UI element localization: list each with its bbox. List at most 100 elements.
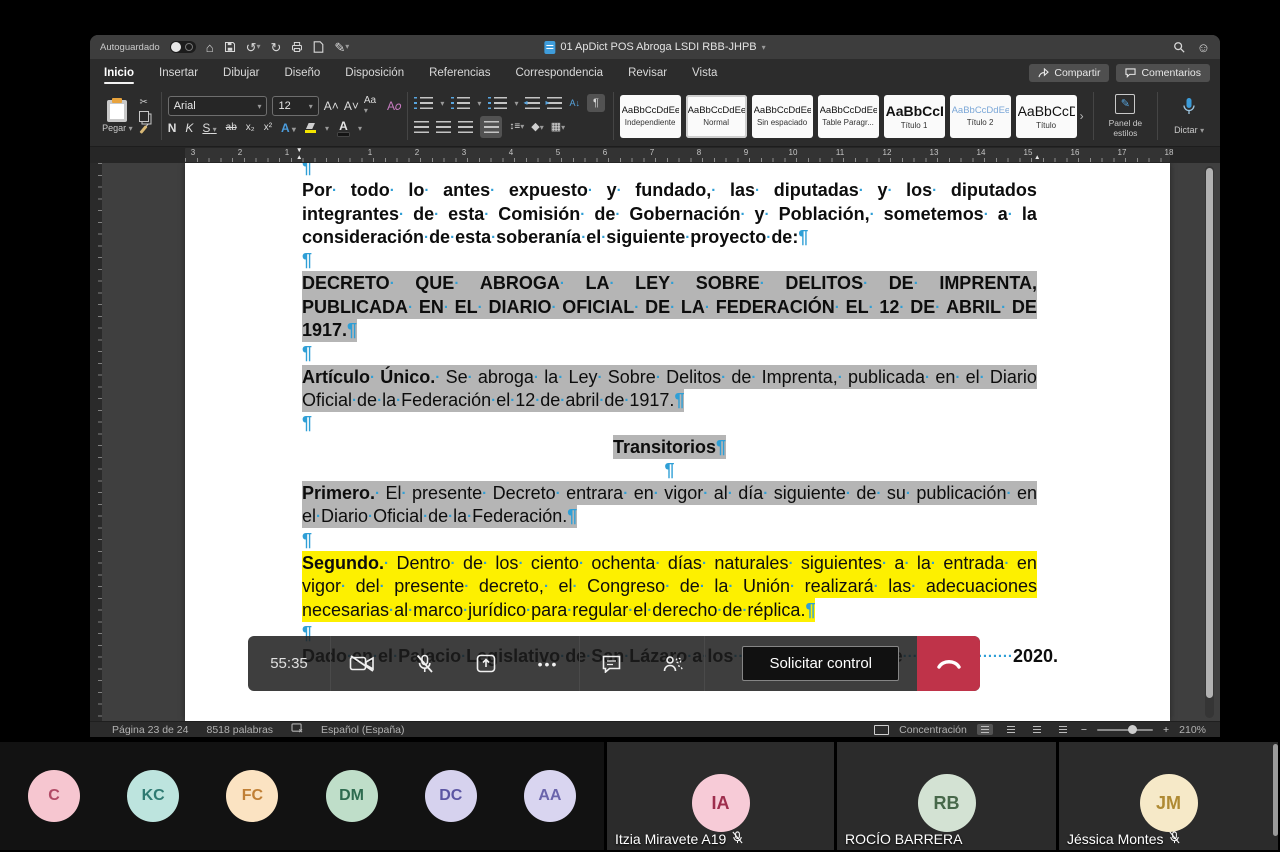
cut-icon[interactable]: ✂ <box>139 98 147 108</box>
save-icon[interactable] <box>224 41 236 53</box>
chat-button[interactable] <box>580 636 642 691</box>
tab-referencias[interactable]: Referencias <box>429 59 490 86</box>
increase-indent-button[interactable] <box>547 97 562 109</box>
focus-mode-button[interactable]: Concentración <box>899 724 967 736</box>
tab-diseño[interactable]: Diseño <box>284 59 320 86</box>
document-line[interactable]: ¶ <box>302 412 1037 435</box>
format-painter-icon[interactable] <box>140 125 148 134</box>
paste-button[interactable]: Pegar ▾ <box>102 100 133 133</box>
align-right-button[interactable] <box>458 121 473 133</box>
tab-vista[interactable]: Vista <box>692 59 717 86</box>
mic-off-button[interactable] <box>393 636 455 691</box>
document-line[interactable]: ¶ <box>302 342 1037 365</box>
tab-dibujar[interactable]: Dibujar <box>223 59 259 86</box>
decrease-indent-button[interactable] <box>525 97 540 109</box>
document-line[interactable]: Por todo lo antes expuesto y fundado, la… <box>302 179 1037 202</box>
print-layout-view-button[interactable] <box>977 724 993 735</box>
strip-scrollbar[interactable] <box>1273 744 1278 836</box>
document-title[interactable]: 01 ApDict POS Abroga LSDI RBB-JHPB <box>560 41 756 53</box>
multilevel-list-button[interactable] <box>488 97 507 109</box>
document-line[interactable]: DECRETO QUE ABROGA LA LEY SOBRE DELITOS … <box>302 272 1037 295</box>
participant-avatar-c[interactable]: C <box>28 770 80 822</box>
document-line[interactable]: integrantes de esta Comisión de Gobernac… <box>302 203 1037 226</box>
document-line[interactable]: Transitorios¶ <box>302 436 1037 459</box>
style-card-t-tulo-1[interactable]: AaBbCcDdEeTítulo 1 <box>884 95 945 138</box>
sort-button[interactable]: A↓ <box>569 99 580 108</box>
redo-icon[interactable]: ↻ <box>270 41 281 54</box>
numbering-button[interactable] <box>451 97 470 109</box>
style-card-normal[interactable]: AaBbCcDdEeNormal <box>686 95 747 138</box>
share-button[interactable]: Compartir <box>1029 64 1109 82</box>
document-line[interactable]: ¶ <box>302 459 1037 482</box>
style-card-t-tulo-2[interactable]: AaBbCcDdEeTítulo 2 <box>950 95 1011 138</box>
shrink-font-button[interactable]: A˅ <box>344 100 359 112</box>
web-layout-view-button[interactable] <box>1003 724 1019 735</box>
line-spacing-button[interactable]: ↕≡▾ <box>509 122 524 132</box>
bold-button[interactable]: N <box>168 122 177 134</box>
participant-avatar-fc[interactable]: FC <box>226 770 278 822</box>
vertical-ruler[interactable] <box>90 163 102 721</box>
font-name-select[interactable]: Arial▾ <box>168 96 268 116</box>
camera-off-button[interactable] <box>331 636 393 691</box>
document-line[interactable]: Oficial de la Federación el 12 de abril … <box>302 389 1037 412</box>
show-formatting-marks-button[interactable]: ¶ <box>587 94 605 112</box>
document-line[interactable]: el Diario Oficial de la Federación.¶ <box>302 505 1037 528</box>
document-line[interactable]: vigor del presente decreto, el Congreso … <box>302 575 1037 598</box>
document-line[interactable]: Segundo. Dentro de los ciento ochenta dí… <box>302 552 1037 575</box>
document-line[interactable]: ¶ <box>302 163 1037 179</box>
shading-button[interactable]: ◆▾ <box>531 122 543 133</box>
horizontal-ruler[interactable]: 321123456789101112131415161718▼▲▲ <box>185 148 1170 162</box>
smiley-icon[interactable]: ☺ <box>1197 41 1210 54</box>
style-card-t-tulo[interactable]: AaBbCcDdEeTítulo <box>1016 95 1077 138</box>
style-card-sin-espaciado[interactable]: AaBbCcDdEeSin espaciado <box>752 95 813 138</box>
document-line[interactable]: 1917.¶ <box>302 319 1037 342</box>
document-line[interactable]: Artículo Único. Se abroga la Ley Sobre D… <box>302 366 1037 389</box>
word-count[interactable]: 8518 palabras <box>206 724 273 736</box>
more-options-button[interactable]: ••• <box>517 636 579 691</box>
hang-up-button[interactable] <box>917 636 980 691</box>
participants-button[interactable] <box>642 636 704 691</box>
scrollbar-thumb[interactable] <box>1206 168 1213 698</box>
superscript-button[interactable]: x² <box>264 123 272 133</box>
home-icon[interactable]: ⌂ <box>206 41 214 54</box>
bullets-button[interactable] <box>414 97 433 109</box>
indent-marker-right[interactable]: ▲ <box>1034 155 1040 162</box>
proofing-icon[interactable] <box>291 723 303 736</box>
outline-view-button[interactable] <box>1029 724 1045 735</box>
document-line[interactable]: consideración de esta soberanía el sigui… <box>302 226 1037 249</box>
strikethrough-button[interactable]: ab <box>226 123 237 133</box>
tab-disposición[interactable]: Disposición <box>345 59 404 86</box>
indent-marker-hanging[interactable]: ▲ <box>296 155 302 162</box>
participant-avatar-kc[interactable]: KC <box>127 770 179 822</box>
draft-view-button[interactable] <box>1055 724 1071 735</box>
align-left-button[interactable] <box>414 121 429 133</box>
subscript-button[interactable]: x₂ <box>246 123 255 133</box>
zoom-slider-knob[interactable] <box>1128 725 1137 734</box>
participant-tile-rb[interactable]: RBROCÍO BARRERA <box>837 742 1056 850</box>
clear-formatting-button[interactable]: A𝑜 <box>387 100 401 112</box>
page-indicator[interactable]: Página 23 de 24 <box>112 724 188 736</box>
text-effects-button[interactable]: A ▾ <box>281 122 296 134</box>
search-icon[interactable] <box>1173 41 1185 53</box>
document-scrollbar[interactable] <box>1205 166 1214 718</box>
tab-insertar[interactable]: Insertar <box>159 59 198 86</box>
zoom-level[interactable]: 210% <box>1179 724 1206 736</box>
italic-button[interactable]: K <box>185 122 193 134</box>
comments-button[interactable]: Comentarios <box>1116 64 1210 82</box>
document-line[interactable]: ¶ <box>302 529 1037 552</box>
highlight-color-button[interactable] <box>305 123 316 133</box>
styles-pane-button[interactable]: ✎ Panel de estilos <box>1100 94 1152 138</box>
font-size-select[interactable]: 12▾ <box>272 96 318 116</box>
styles-gallery-more-icon[interactable]: › <box>1080 109 1084 123</box>
document-line[interactable]: Primero. El presente Decreto entrara en … <box>302 482 1037 505</box>
new-document-icon[interactable] <box>313 41 324 53</box>
justify-button[interactable] <box>480 116 502 138</box>
zoom-in-button[interactable]: + <box>1163 724 1169 736</box>
participant-tile-ia[interactable]: IAItzia Miravete A19 <box>607 742 834 850</box>
undo-icon[interactable]: ↺▾ <box>246 41 261 54</box>
participant-avatar-dm[interactable]: DM <box>326 770 378 822</box>
copy-icon[interactable] <box>139 111 149 122</box>
participant-tile-jm[interactable]: JMJéssica Montes <box>1059 742 1278 850</box>
change-case-button[interactable]: Aa ▾ <box>364 96 382 116</box>
document-line[interactable]: necesarias al marco jurídico para regula… <box>302 599 1037 622</box>
